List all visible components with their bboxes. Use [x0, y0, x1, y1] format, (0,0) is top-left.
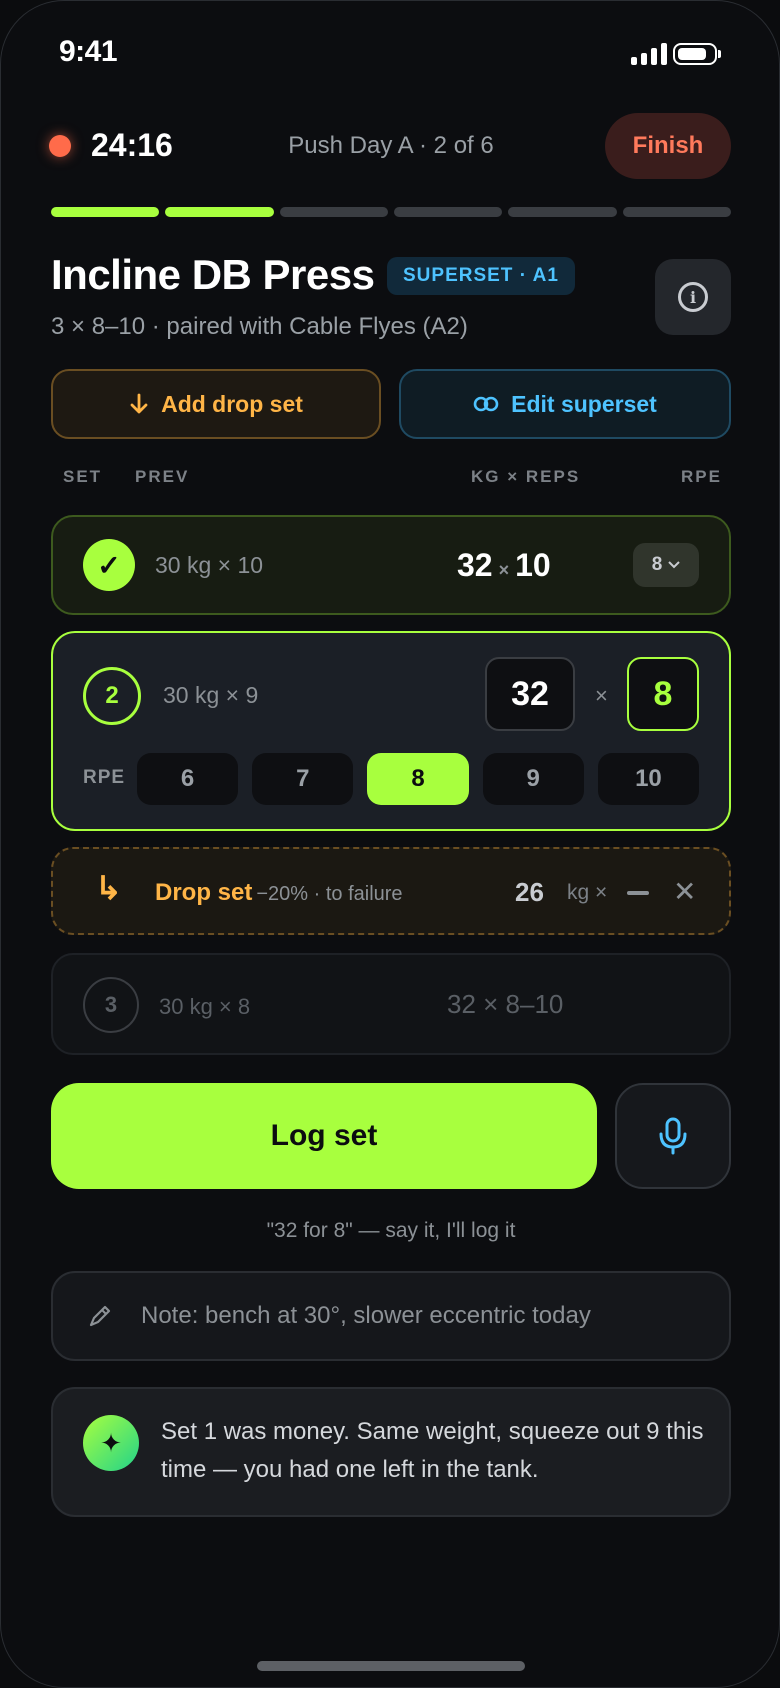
edit-superset-button[interactable]: Edit superset [399, 369, 731, 439]
set-row-1[interactable] [51, 515, 731, 615]
rpe-option[interactable]: 6 [137, 753, 239, 805]
note-text: Note: bench at 30°, slower eccentric tod… [141, 1302, 591, 1329]
microphone-icon [659, 1117, 687, 1155]
rpe-option[interactable]: 8 [367, 753, 469, 805]
battery-tip [718, 50, 721, 58]
reps-input[interactable]: 8 [627, 657, 699, 731]
progress-segment [165, 207, 274, 217]
chevron-down-icon [668, 561, 680, 569]
drop-set-arrow-icon: ↳ [95, 870, 122, 906]
voice-hint: "32 for 8" — say it, I'll log it [266, 1219, 516, 1242]
set-row-3[interactable] [51, 953, 731, 1055]
drop-set-reps-placeholder[interactable] [627, 891, 649, 895]
column-prev: PREV [135, 467, 190, 486]
column-kg-reps: KG × REPS [471, 467, 581, 486]
add-drop-set-button[interactable]: Add drop set [51, 369, 381, 439]
log-set-button[interactable]: Log set [51, 1083, 597, 1189]
progress-segment [622, 207, 731, 217]
recording-dot-icon [49, 135, 71, 157]
note-field[interactable]: Note: bench at 30°, slower eccentric tod… [51, 1271, 731, 1361]
set-3-number: 3 [83, 977, 139, 1033]
rpe-option[interactable]: 10 [597, 753, 700, 805]
exercise-title: Incline DB Press [51, 251, 375, 298]
info-icon: i [678, 282, 708, 312]
set-1-previous: 30 kg × 10 [155, 552, 264, 578]
progress-segment [279, 207, 388, 217]
close-icon[interactable]: ✕ [673, 875, 696, 908]
battery-icon [673, 43, 717, 65]
drop-set-title: Drop set [155, 879, 253, 906]
drop-set-label: Drop set −20% · to failure [155, 879, 403, 907]
set-3-target: 32 × 8–10 [447, 989, 564, 1019]
drop-set-weight-input[interactable]: 26 [515, 877, 544, 908]
progress-segment [508, 207, 617, 217]
voice-log-button[interactable] [615, 1083, 731, 1189]
set-2-number: 2 [83, 667, 141, 725]
add-drop-set-label: Add drop set [161, 390, 303, 417]
column-rpe: RPE [681, 467, 722, 486]
weight-input[interactable]: 32 [485, 657, 575, 731]
rpe-option[interactable]: 9 [482, 753, 584, 805]
set-1-reps: 10 [515, 547, 551, 583]
drop-set-detail: −20% · to failure [256, 883, 403, 905]
drop-set-unit: kg × [567, 881, 608, 904]
status-time: 9:41 [59, 35, 118, 68]
rpe-label: RPE [83, 767, 126, 788]
link-icon [473, 396, 499, 412]
rpe-selector: 6 7 8 9 10 [137, 753, 700, 805]
signal-icon [631, 43, 667, 65]
set-1-rpe-value: 8 [651, 554, 663, 575]
exercise-subtitle: 3 × 8–10 · paired with Cable Flyes (A2) [51, 313, 468, 340]
rpe-option[interactable]: 7 [252, 753, 354, 805]
finish-button[interactable]: Finish [605, 113, 731, 179]
progress-segment [51, 207, 160, 217]
superset-badge: SUPERSET · A1 [387, 257, 575, 295]
pencil-icon [85, 1303, 115, 1329]
phone-frame: 9:41 24:16 Push Day A · 2 of 6 Finish In… [0, 0, 780, 1688]
exercise-progress [51, 207, 731, 217]
workout-name: Push Day A · 2 of 6 [288, 132, 494, 159]
coach-message: Set 1 was money. Same weight, squeeze ou… [161, 1418, 704, 1483]
edit-superset-label: Edit superset [511, 390, 657, 417]
arrow-down-icon [130, 393, 148, 414]
set-1-weight: 32 [457, 547, 493, 583]
set-1-result: 32 × 10 [457, 547, 551, 584]
times-sign: × [498, 560, 510, 580]
info-button[interactable]: i [655, 259, 731, 335]
set-1-rpe-dropdown[interactable]: 8 [633, 543, 699, 587]
home-indicator[interactable] [257, 1661, 525, 1671]
checkmark-icon[interactable]: ✓ [83, 539, 135, 591]
times-sign: × [595, 683, 608, 708]
progress-segment [393, 207, 503, 217]
set-2-previous: 30 kg × 9 [163, 682, 259, 708]
workout-timer: 24:16 [91, 127, 173, 163]
column-set: SET [63, 467, 103, 486]
set-3-previous: 30 kg × 8 [159, 994, 251, 1019]
sparkle-icon: ✦ [83, 1415, 139, 1471]
